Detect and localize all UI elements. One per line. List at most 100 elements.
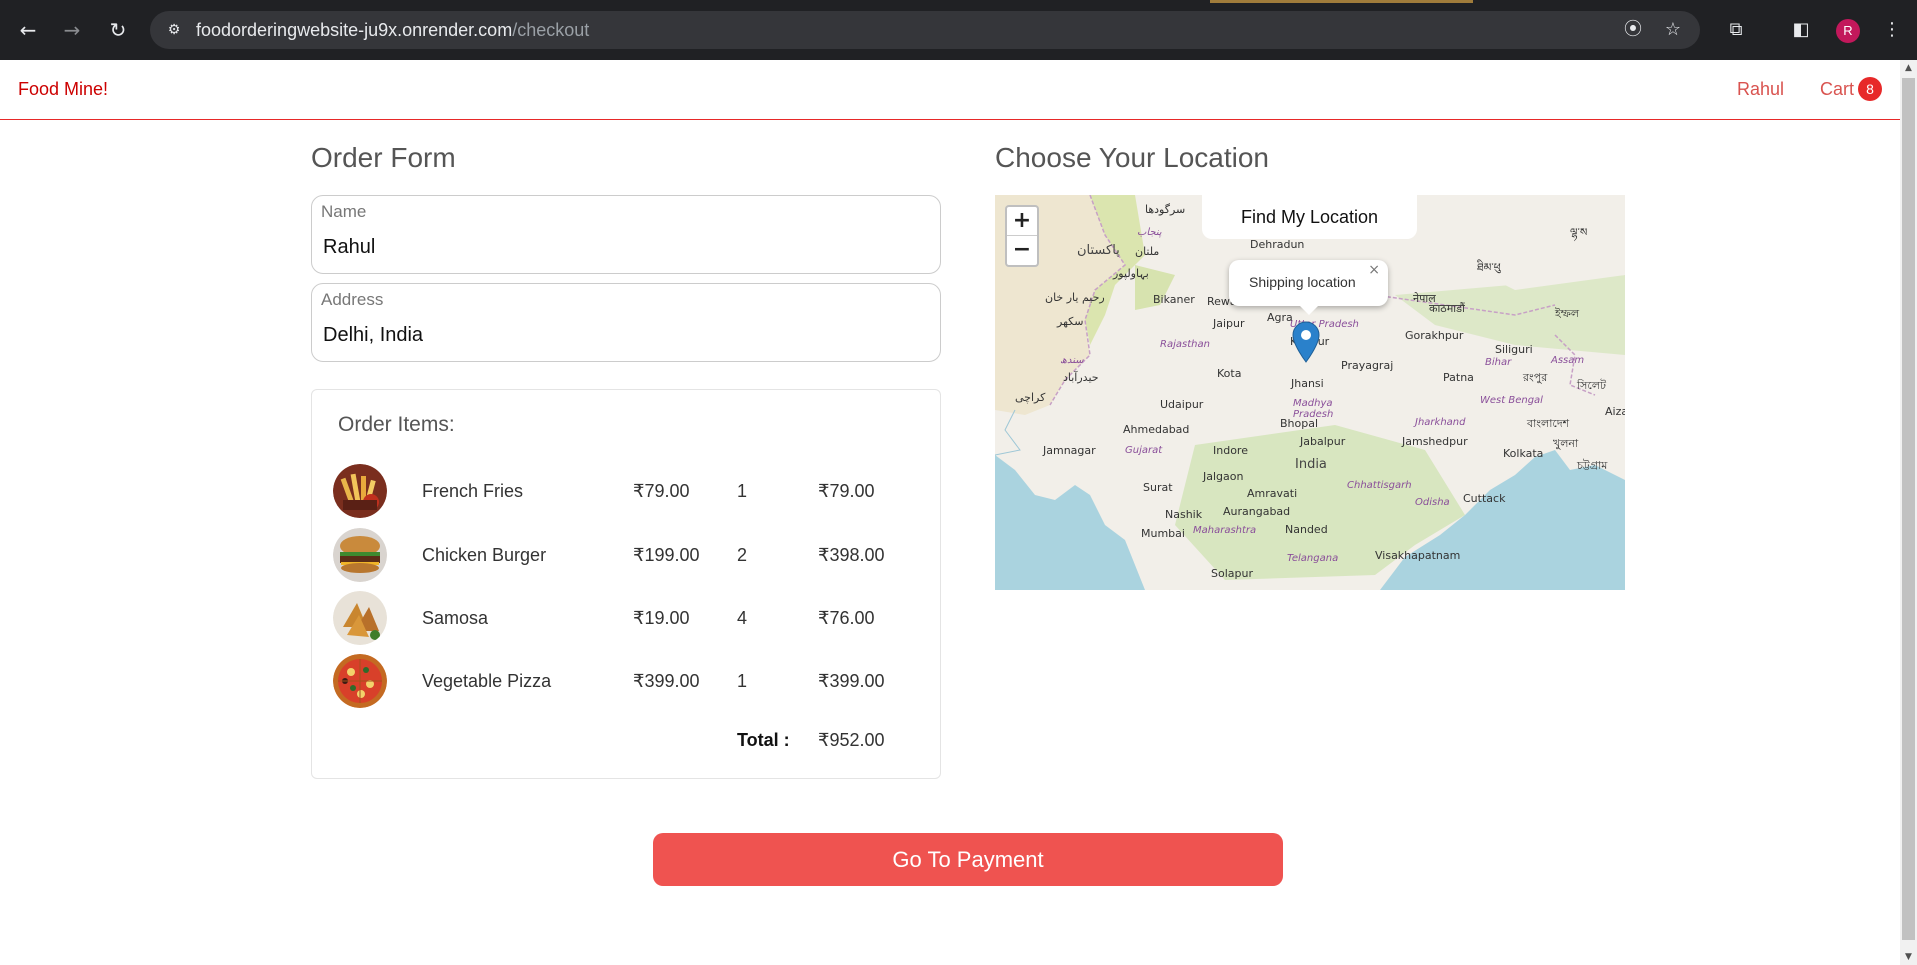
address-input-value[interactable]: Delhi, India <box>323 324 423 347</box>
map-label: حیدرآباد <box>1063 371 1099 384</box>
item-qty: 1 <box>737 671 748 691</box>
item-qty: 4 <box>737 608 748 628</box>
reload-icon[interactable]: ↻ <box>104 16 132 44</box>
scrollbar-thumb[interactable] <box>1902 78 1915 940</box>
item-price: ₹399.00 <box>633 671 700 691</box>
bookmark-star-icon[interactable]: ☆ <box>1662 19 1684 41</box>
map-label: پاکستان <box>1077 243 1120 258</box>
map-label: سندھ <box>1060 355 1084 366</box>
item-price: ₹79.00 <box>633 481 690 501</box>
map-label: سرگودھا <box>1145 203 1186 216</box>
address-bar[interactable]: ⚙ foodorderingwebsite-ju9x.onrender.com/… <box>150 11 1700 49</box>
map-label: Siliguri <box>1495 343 1533 356</box>
popup-tip <box>1300 306 1318 315</box>
site-info-icon[interactable]: ⚙ <box>164 20 184 40</box>
map-label: Ahmedabad <box>1123 423 1190 436</box>
item-subtotal: ₹76.00 <box>818 608 875 628</box>
logo[interactable]: Food Mine! <box>18 79 108 100</box>
map-label: Visakhapatnam <box>1375 549 1461 562</box>
map-label: Bhopal <box>1280 417 1319 430</box>
map-label: রংপুর <box>1523 371 1548 384</box>
menu-kebab-icon[interactable]: ⋮ <box>1878 16 1906 44</box>
map-label: پنجاب <box>1137 227 1162 238</box>
url-text[interactable]: foodorderingwebsite-ju9x.onrender.com/ch… <box>196 20 589 41</box>
item-price: ₹19.00 <box>633 608 690 628</box>
map-label: Bihar <box>1485 357 1512 368</box>
order-items-panel: Order Items: French Fries ₹79.00 1 ₹79.0… <box>311 389 941 779</box>
item-subtotal: ₹79.00 <box>818 481 875 501</box>
location-pin-icon[interactable]: ⦿ <box>1622 19 1644 41</box>
name-label: Name <box>321 202 367 221</box>
french-fries-icon <box>333 464 387 518</box>
map-label: Prayagraj <box>1341 359 1394 372</box>
extensions-icon[interactable]: ⧉ <box>1722 16 1750 44</box>
map-label: Bikaner <box>1153 293 1195 306</box>
map-label: Udaipur <box>1160 398 1204 411</box>
list-item: Vegetable Pizza ₹399.00 1 ₹399.00 <box>312 651 940 711</box>
map-label: Surat <box>1143 481 1173 494</box>
back-icon[interactable]: ← <box>14 16 42 44</box>
list-item: Samosa ₹19.00 4 ₹76.00 <box>312 588 940 648</box>
map-label: চট্টগ্রাম <box>1577 459 1608 472</box>
address-label: Address <box>321 290 384 309</box>
map-label: नेपाल <box>1413 292 1436 305</box>
map-label: Nashik <box>1165 508 1203 521</box>
close-icon[interactable]: × <box>1368 262 1380 278</box>
map-label: Jamnagar <box>1043 444 1096 457</box>
map-label: کراچی <box>1015 391 1046 404</box>
map-label: Gorakhpur <box>1405 329 1464 342</box>
item-price: ₹199.00 <box>633 545 700 565</box>
scroll-down-icon[interactable]: ▼ <box>1900 949 1917 965</box>
map-label: Assam <box>1551 355 1585 366</box>
map-label: Indore <box>1213 444 1248 457</box>
total-value: ₹952.00 <box>818 730 885 750</box>
item-subtotal: ₹398.00 <box>818 545 885 565</box>
location-title: Choose Your Location <box>995 142 1269 173</box>
profile-avatar[interactable]: R <box>1836 19 1860 43</box>
map-label: সিলেট <box>1577 379 1607 392</box>
map-label: Gujarat <box>1125 445 1163 456</box>
map-label: Rajasthan <box>1160 339 1210 350</box>
go-to-payment-button[interactable]: Go To Payment <box>653 833 1283 886</box>
map-label: ملتان <box>1135 245 1160 258</box>
order-items-heading: Order Items: <box>338 413 455 436</box>
map-label: Jaipur <box>1213 317 1245 330</box>
map-marker-icon[interactable] <box>1292 321 1320 363</box>
map-label: Patna <box>1443 371 1474 384</box>
cart-link[interactable]: Cart <box>1820 79 1854 100</box>
map-label: Jamshedpur <box>1402 435 1468 448</box>
address-field[interactable]: Address Delhi, India <box>311 283 941 362</box>
map-label: Kolkata <box>1503 447 1544 460</box>
find-my-location-button[interactable]: Find My Location <box>1202 195 1417 239</box>
zoom-in-button[interactable]: + <box>1007 207 1037 236</box>
page-scrollbar[interactable]: ▲ ▼ <box>1900 60 1917 965</box>
map-label: Agra <box>1267 311 1293 324</box>
map-label: Nanded <box>1285 523 1328 536</box>
forward-icon[interactable]: → <box>58 16 86 44</box>
item-qty: 1 <box>737 481 748 501</box>
item-subtotal: ₹399.00 <box>818 671 885 691</box>
map-label: India <box>1295 457 1327 472</box>
map-label: Aizaw <box>1605 405 1625 418</box>
item-name: French Fries <box>422 481 524 501</box>
map[interactable]: سرگودھا Ludhiana Dehradun پاکستان ملتان … <box>995 195 1625 590</box>
user-link[interactable]: Rahul <box>1737 79 1784 100</box>
name-input-value[interactable]: Rahul <box>323 236 375 259</box>
item-qty: 2 <box>737 545 748 565</box>
browser-toolbar: ← → ↻ ⚙ foodorderingwebsite-ju9x.onrende… <box>0 0 1917 60</box>
map-label: Dehradun <box>1250 238 1305 251</box>
pizza-icon <box>333 654 387 708</box>
side-panel-icon[interactable]: ◧ <box>1787 16 1815 44</box>
name-field[interactable]: Name Rahul <box>311 195 941 274</box>
map-label: ཐིམ་ཕུ <box>1477 261 1501 274</box>
popup-text: Shipping location <box>1249 274 1356 290</box>
map-label: Jhansi <box>1291 377 1324 390</box>
scroll-up-icon[interactable]: ▲ <box>1900 60 1917 76</box>
map-label: ইম্ফল <box>1555 307 1580 320</box>
zoom-out-button[interactable]: − <box>1007 236 1037 265</box>
item-name: Samosa <box>422 608 489 628</box>
map-label: Cuttack <box>1463 492 1506 505</box>
map-label: Jabalpur <box>1300 435 1346 448</box>
map-label: Telangana <box>1287 553 1339 564</box>
map-label: ལྷ་ས <box>1570 226 1588 239</box>
